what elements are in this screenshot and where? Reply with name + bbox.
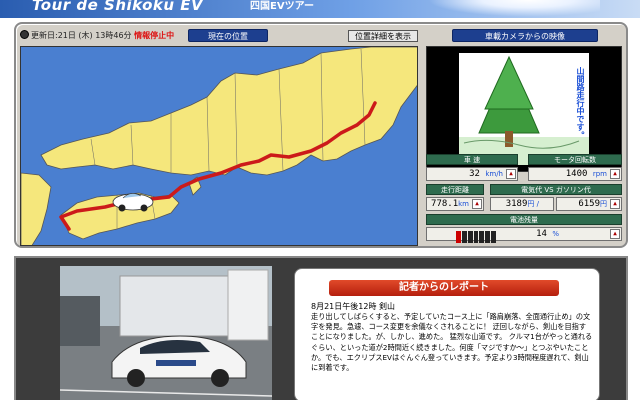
gas-cost-unit: 円 <box>600 200 607 208</box>
battery-number: 14 <box>536 229 547 239</box>
tab-camera[interactable]: 車載カメラからの映像 <box>452 29 598 42</box>
battery-segment <box>456 231 461 243</box>
page-root: Tour de Shikoku EV 四国EVツアー 更新日:21日 (木) 1… <box>0 0 640 400</box>
header-banner: Tour de Shikoku EV 四国EVツアー <box>0 0 640 18</box>
distance-number: 778.1 <box>431 199 459 209</box>
banner-decoration <box>420 0 600 18</box>
speed-unit: km/h <box>485 170 503 178</box>
electric-cost-value: 3189円 / <box>490 197 554 211</box>
distance-unit: km <box>458 200 469 208</box>
battery-segment <box>491 231 497 243</box>
position-details-button[interactable]: 位置詳細を表示 <box>348 30 418 42</box>
parking-lot-photo <box>60 266 272 400</box>
update-status: 更新日:21日 (木) 13時46分 情報停止中 <box>20 30 174 41</box>
graph-icon[interactable]: ▲ <box>472 199 482 209</box>
battery-segment <box>485 231 491 243</box>
battery-unit: % <box>552 230 559 238</box>
report-panel: 記者からのレポート 8月21日午後12時 剣山 走り出してしばらくすると、予定し… <box>294 268 600 400</box>
gas-cost-number: 6159 <box>578 199 600 209</box>
tree-icon <box>459 55 589 165</box>
report-body: 走り出してしばらくすると、予定していたコース上に「路肩崩落、全面通行止め」の文字… <box>311 312 593 373</box>
map-graphic <box>21 47 417 245</box>
update-time: 更新日:21日 (木) 13時46分 <box>31 31 132 40</box>
motor-number: 1400 <box>565 169 588 179</box>
electric-cost-number: 3189 <box>505 199 528 209</box>
status-light-icon <box>20 30 29 39</box>
battery-segment <box>467 231 473 243</box>
route-map[interactable] <box>20 46 418 246</box>
speed-label: 車 速 <box>426 154 518 165</box>
tracking-panel: 更新日:21日 (木) 13時46分 情報停止中 現在の位置 位置詳細を表示 車… <box>14 22 628 248</box>
electric-cost-unit: 円 / <box>527 200 539 208</box>
speed-number: 32 <box>469 169 480 179</box>
gas-cost-value: 6159円 ▲ <box>556 197 622 211</box>
battery-segment <box>479 231 485 243</box>
banner-subtitle: 四国EVツアー <box>250 1 314 12</box>
distance-label: 走行距離 <box>426 184 484 195</box>
motor-unit: rpm <box>592 170 607 178</box>
camera-screen: 山間路走行中です。 <box>459 53 589 165</box>
banner-title: Tour de Shikoku EV <box>32 0 204 14</box>
graph-icon[interactable]: ▲ <box>610 199 620 209</box>
motor-label: モータ回転数 <box>528 154 622 165</box>
ev-car-icon <box>112 193 154 212</box>
report-date: 8月21日午後12時 剣山 <box>311 302 395 311</box>
report-photo <box>60 266 272 400</box>
battery-segment <box>473 231 479 243</box>
graph-icon[interactable]: ▲ <box>610 169 620 179</box>
report-title: 記者からのレポート <box>329 280 559 296</box>
tab-current-position[interactable]: 現在の位置 <box>188 29 268 42</box>
cost-label: 電気代 VS ガソリン代 <box>490 184 622 195</box>
graph-icon[interactable]: ▲ <box>610 229 620 239</box>
motor-value: 1400 rpm ▲ <box>528 167 622 181</box>
battery-gauge <box>456 231 497 243</box>
graph-icon[interactable]: ▲ <box>506 169 516 179</box>
distance-value: 778.1km ▲ <box>426 197 484 211</box>
battery-label: 電池残量 <box>426 214 622 225</box>
speed-value: 32 km/h ▲ <box>426 167 518 181</box>
battery-segment <box>461 231 467 243</box>
report-section: 記者からのレポート 8月21日午後12時 剣山 走り出してしばらくすると、予定し… <box>14 256 628 400</box>
status-warning: 情報停止中 <box>134 31 175 40</box>
camera-caption: 山間路走行中です。 <box>576 67 585 139</box>
